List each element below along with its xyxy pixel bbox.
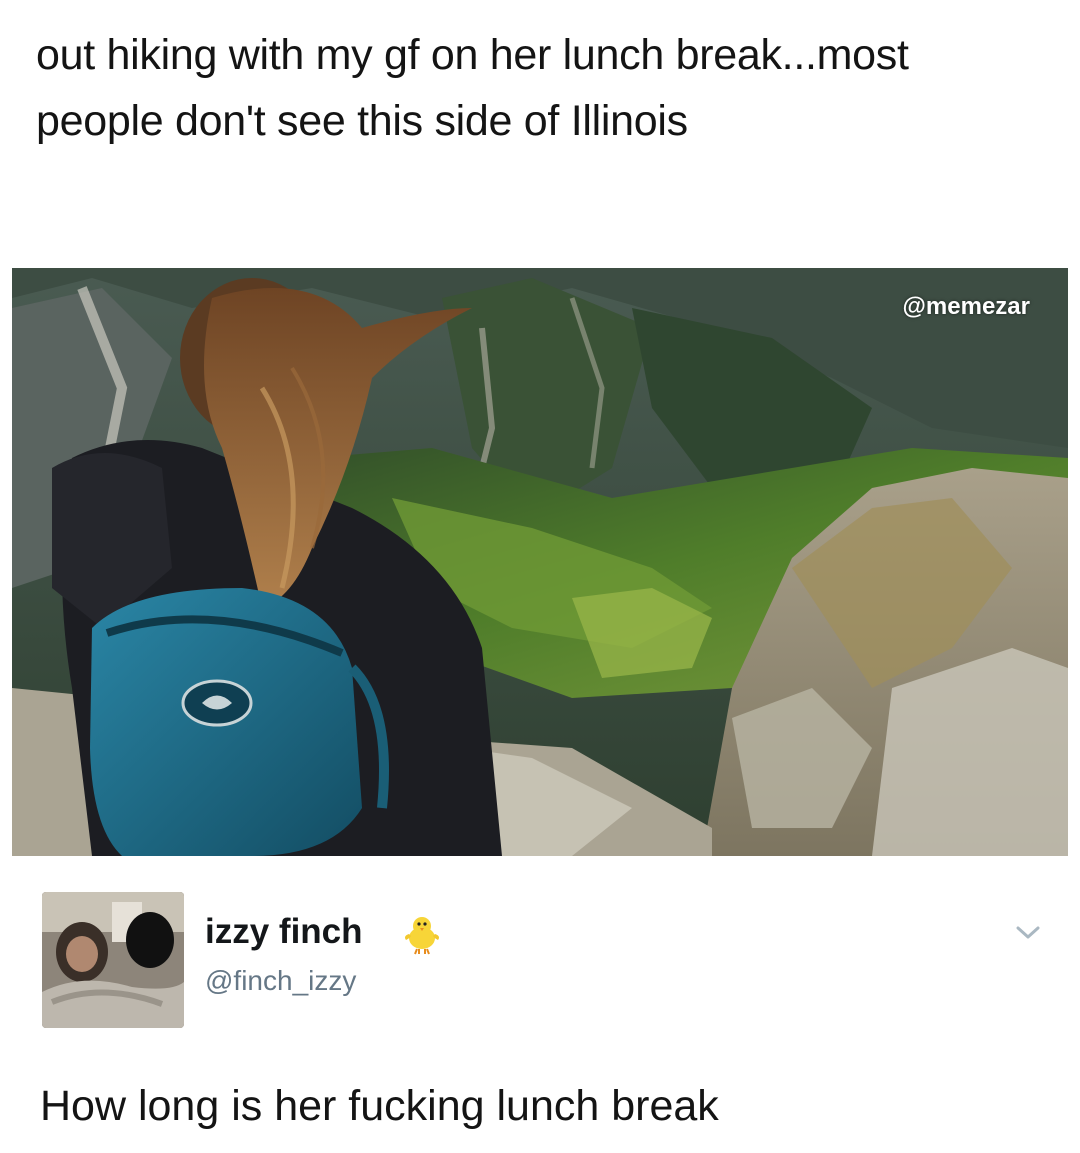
reply-text: How long is her fucking lunch break (40, 1082, 719, 1130)
user-handle[interactable]: @finch_izzy (205, 965, 356, 997)
baby-chick-icon (405, 917, 439, 955)
avatar-image (42, 892, 184, 1028)
chevron-down-icon[interactable] (1014, 922, 1042, 942)
hiking-photo[interactable]: @memezar (12, 268, 1068, 856)
reply-header: izzy finch @finch_izzy (42, 892, 1042, 1032)
avatar[interactable] (42, 892, 184, 1028)
watermark-text: @memezar (902, 293, 1030, 320)
landscape-illustration (12, 268, 1068, 856)
display-name[interactable]: izzy finch (205, 912, 363, 952)
post-text: out hiking with my gf on her lunch break… (36, 31, 909, 145)
